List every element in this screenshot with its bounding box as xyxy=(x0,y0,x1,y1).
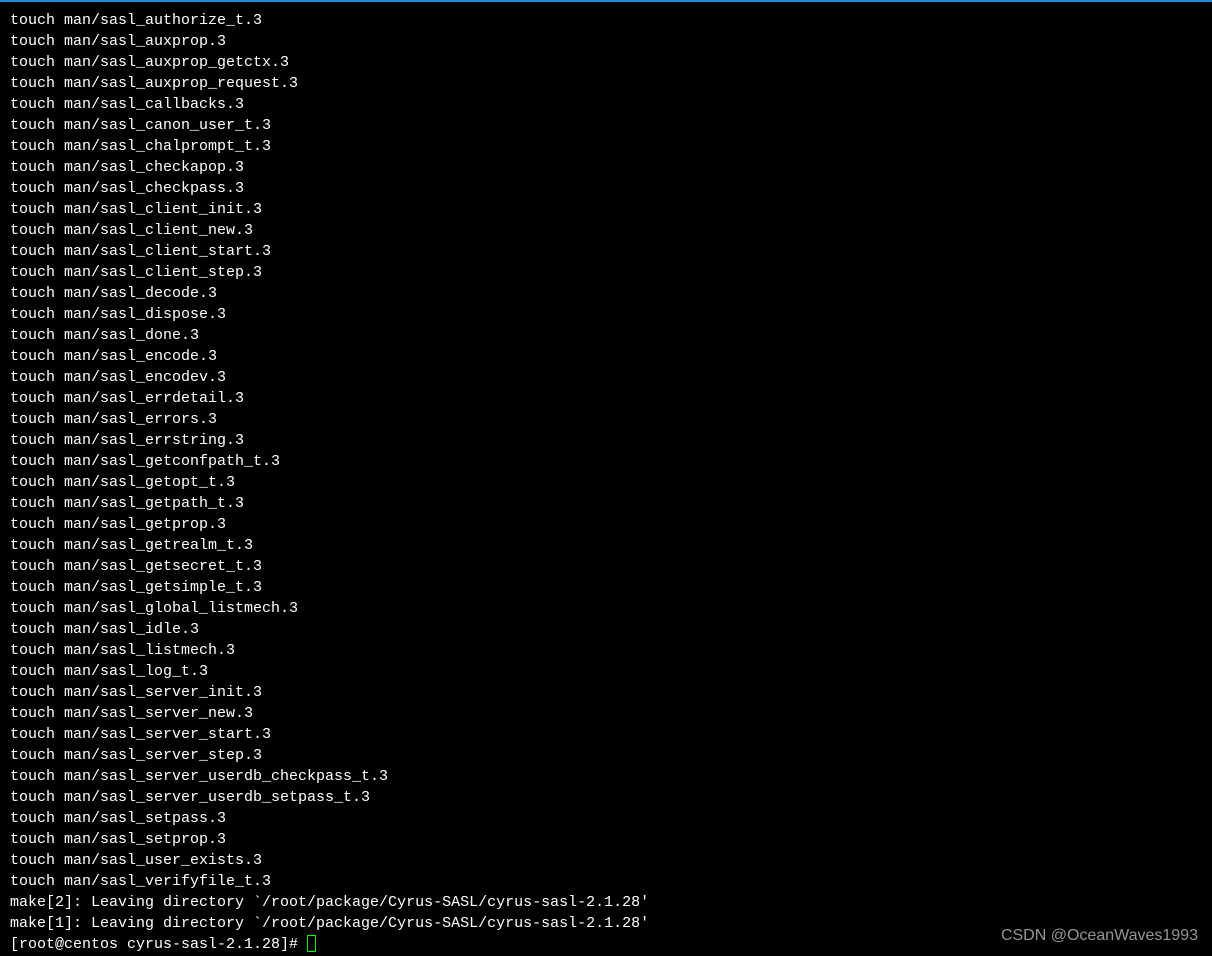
terminal-window[interactable]: touch man/sasl_authorize_t.3touch man/sa… xyxy=(0,2,1212,955)
terminal-output-line: touch man/sasl_global_listmech.3 xyxy=(10,598,1202,619)
terminal-output-line: touch man/sasl_server_start.3 xyxy=(10,724,1202,745)
terminal-output-line: touch man/sasl_client_new.3 xyxy=(10,220,1202,241)
terminal-output-line: touch man/sasl_getopt_t.3 xyxy=(10,472,1202,493)
terminal-output-line: touch man/sasl_authorize_t.3 xyxy=(10,10,1202,31)
terminal-output-line: touch man/sasl_listmech.3 xyxy=(10,640,1202,661)
terminal-output-line: touch man/sasl_errors.3 xyxy=(10,409,1202,430)
terminal-output-line: touch man/sasl_getrealm_t.3 xyxy=(10,535,1202,556)
watermark-text: CSDN @OceanWaves1993 xyxy=(1001,925,1198,946)
terminal-output-line: make[2]: Leaving directory `/root/packag… xyxy=(10,892,1202,913)
terminal-output-line: touch man/sasl_decode.3 xyxy=(10,283,1202,304)
cursor-icon xyxy=(307,935,316,952)
terminal-output-line: touch man/sasl_encodev.3 xyxy=(10,367,1202,388)
terminal-output-line: touch man/sasl_server_init.3 xyxy=(10,682,1202,703)
terminal-output-line: touch man/sasl_server_step.3 xyxy=(10,745,1202,766)
terminal-output-line: touch man/sasl_client_start.3 xyxy=(10,241,1202,262)
terminal-output-line: touch man/sasl_checkapop.3 xyxy=(10,157,1202,178)
terminal-output-line: touch man/sasl_dispose.3 xyxy=(10,304,1202,325)
terminal-output-line: touch man/sasl_getprop.3 xyxy=(10,514,1202,535)
terminal-output-line: touch man/sasl_server_userdb_checkpass_t… xyxy=(10,766,1202,787)
terminal-output-line: touch man/sasl_client_step.3 xyxy=(10,262,1202,283)
terminal-output-line: touch man/sasl_setprop.3 xyxy=(10,829,1202,850)
terminal-output-line: touch man/sasl_getconfpath_t.3 xyxy=(10,451,1202,472)
terminal-output-line: touch man/sasl_getsecret_t.3 xyxy=(10,556,1202,577)
terminal-output-line: touch man/sasl_callbacks.3 xyxy=(10,94,1202,115)
shell-prompt: [root@centos cyrus-sasl-2.1.28]# xyxy=(10,936,307,953)
terminal-output-line: touch man/sasl_client_init.3 xyxy=(10,199,1202,220)
terminal-output-line: touch man/sasl_getsimple_t.3 xyxy=(10,577,1202,598)
terminal-output-line: touch man/sasl_setpass.3 xyxy=(10,808,1202,829)
terminal-output-line: touch man/sasl_auxprop_request.3 xyxy=(10,73,1202,94)
terminal-output-line: touch man/sasl_done.3 xyxy=(10,325,1202,346)
terminal-output-line: touch man/sasl_errdetail.3 xyxy=(10,388,1202,409)
terminal-output-line: touch man/sasl_checkpass.3 xyxy=(10,178,1202,199)
terminal-output-line: touch man/sasl_getpath_t.3 xyxy=(10,493,1202,514)
terminal-output: touch man/sasl_authorize_t.3touch man/sa… xyxy=(10,10,1202,934)
terminal-output-line: touch man/sasl_canon_user_t.3 xyxy=(10,115,1202,136)
terminal-output-line: touch man/sasl_server_userdb_setpass_t.3 xyxy=(10,787,1202,808)
terminal-output-line: touch man/sasl_errstring.3 xyxy=(10,430,1202,451)
terminal-output-line: touch man/sasl_encode.3 xyxy=(10,346,1202,367)
terminal-output-line: touch man/sasl_auxprop_getctx.3 xyxy=(10,52,1202,73)
terminal-output-line: touch man/sasl_server_new.3 xyxy=(10,703,1202,724)
terminal-output-line: touch man/sasl_chalprompt_t.3 xyxy=(10,136,1202,157)
terminal-output-line: touch man/sasl_auxprop.3 xyxy=(10,31,1202,52)
terminal-output-line: touch man/sasl_log_t.3 xyxy=(10,661,1202,682)
terminal-output-line: touch man/sasl_idle.3 xyxy=(10,619,1202,640)
terminal-output-line: touch man/sasl_verifyfile_t.3 xyxy=(10,871,1202,892)
terminal-output-line: touch man/sasl_user_exists.3 xyxy=(10,850,1202,871)
